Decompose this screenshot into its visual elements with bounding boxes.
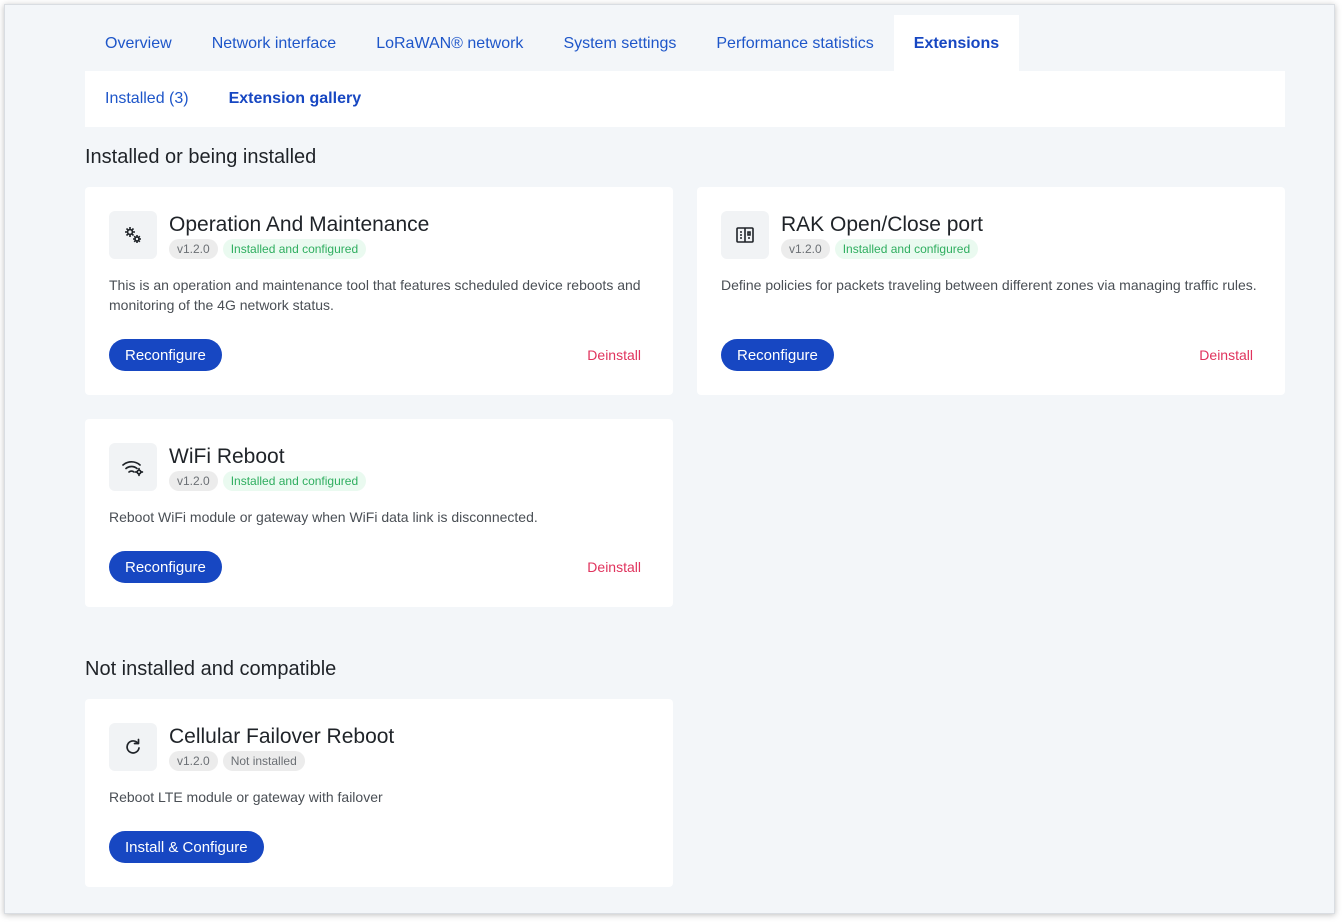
tab-extensions[interactable]: Extensions: [893, 15, 1020, 72]
sub-tab-bar: Installed (3) Extension gallery: [85, 71, 1285, 127]
section-title-not-installed: Not installed and compatible: [85, 658, 337, 680]
wifi-gear-icon: [109, 443, 157, 491]
deinstall-button[interactable]: Deinstall: [1199, 347, 1253, 363]
tab-overview[interactable]: Overview: [85, 15, 192, 72]
version-badge: v1.2.0: [169, 751, 218, 771]
install-configure-button[interactable]: Install & Configure: [109, 831, 264, 863]
extension-description: Define policies for packets traveling be…: [721, 277, 1257, 293]
tab-performance-statistics[interactable]: Performance statistics: [696, 15, 893, 72]
main-tab-bar: Overview Network interface LoRaWAN® netw…: [85, 15, 1020, 72]
extension-card-wifi-reboot: WiFi Reboot v1.2.0 Installed and configu…: [85, 419, 673, 607]
extension-card-operation-maintenance: Operation And Maintenance v1.2.0 Install…: [85, 187, 673, 395]
badge-group: v1.2.0 Not installed: [169, 751, 305, 771]
subtab-installed[interactable]: Installed (3): [85, 90, 209, 108]
extension-card-rak-open-close-port: RAK Open/Close port v1.2.0 Installed and…: [697, 187, 1285, 395]
version-badge: v1.2.0: [781, 239, 830, 259]
deinstall-button[interactable]: Deinstall: [587, 559, 641, 575]
status-badge: Installed and configured: [222, 471, 367, 491]
subtab-extension-gallery[interactable]: Extension gallery: [209, 90, 382, 108]
extension-title: Operation And Maintenance: [169, 213, 430, 236]
deinstall-button[interactable]: Deinstall: [587, 347, 641, 363]
refresh-icon: [109, 723, 157, 771]
extension-description: Reboot LTE module or gateway with failov…: [109, 789, 383, 805]
port-icon: [721, 211, 769, 259]
badge-group: v1.2.0 Installed and configured: [169, 471, 367, 491]
tab-network-interface[interactable]: Network interface: [192, 15, 357, 72]
status-badge: Installed and configured: [222, 239, 367, 259]
extension-title: WiFi Reboot: [169, 445, 285, 468]
reconfigure-button[interactable]: Reconfigure: [109, 339, 222, 371]
app-window: Overview Network interface LoRaWAN® netw…: [4, 4, 1335, 914]
extension-description: This is an operation and maintenance too…: [109, 277, 641, 313]
tab-system-settings[interactable]: System settings: [543, 15, 696, 72]
extension-title: Cellular Failover Reboot: [169, 725, 395, 748]
status-badge: Not installed: [222, 751, 305, 771]
version-badge: v1.2.0: [169, 239, 218, 259]
tab-lorawan-network[interactable]: LoRaWAN® network: [356, 15, 543, 72]
reconfigure-button[interactable]: Reconfigure: [109, 551, 222, 583]
badge-group: v1.2.0 Installed and configured: [169, 239, 367, 259]
gears-icon: [109, 211, 157, 259]
reconfigure-button[interactable]: Reconfigure: [721, 339, 834, 371]
section-title-installed: Installed or being installed: [85, 146, 317, 168]
extension-card-cellular-failover-reboot: Cellular Failover Reboot v1.2.0 Not inst…: [85, 699, 673, 887]
badge-group: v1.2.0 Installed and configured: [781, 239, 979, 259]
extension-title: RAK Open/Close port: [781, 213, 983, 236]
extension-description: Reboot WiFi module or gateway when WiFi …: [109, 509, 538, 525]
status-badge: Installed and configured: [834, 239, 979, 259]
version-badge: v1.2.0: [169, 471, 218, 491]
